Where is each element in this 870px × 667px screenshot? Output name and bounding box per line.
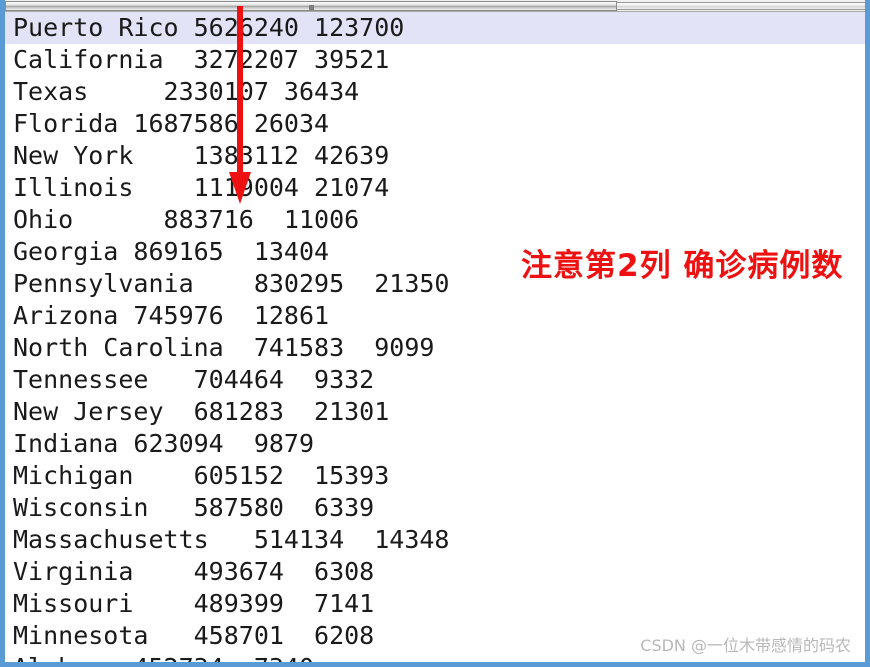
console-row[interactable]: California 3272207 39521 [5, 44, 865, 76]
horizontal-scrollbar[interactable] [5, 0, 865, 12]
console-row[interactable]: Wisconsin 587580 6339 [5, 492, 865, 524]
console-row[interactable]: North Carolina 741583 9099 [5, 332, 865, 364]
console-row[interactable]: New Jersey 681283 21301 [5, 396, 865, 428]
console-row[interactable]: Puerto Rico 5626240 123700 [5, 12, 865, 44]
console-row[interactable]: Texas 2330107 36434 [5, 76, 865, 108]
console-row[interactable]: Ohio 883716 11006 [5, 204, 865, 236]
console-row[interactable]: Illinois 1119004 21074 [5, 172, 865, 204]
console-output[interactable]: Puerto Rico 5626240 123700 California 327… [5, 12, 865, 662]
console-row[interactable]: Virginia 493674 6308 [5, 556, 865, 588]
console-row[interactable]: Florida 1687586 26034 [5, 108, 865, 140]
annotation-caption: 注意第2列 确诊病例数 [521, 248, 844, 284]
console-row[interactable]: Tennessee 704464 9332 [5, 364, 865, 396]
console-row[interactable]: New York 1383112 42639 [5, 140, 865, 172]
console-row[interactable]: Missouri 489399 7141 [5, 588, 865, 620]
console-row[interactable]: Michigan 605152 15393 [5, 460, 865, 492]
scrollbar-thumb-grip [309, 5, 314, 10]
scrollbar-thumb[interactable] [5, 1, 617, 11]
csdn-watermark: CSDN @一位木带感情的码农 [640, 636, 851, 655]
console-row[interactable]: Massachusetts 514134 14348 [5, 524, 865, 556]
console-row[interactable]: Arizona 745976 12861 [5, 300, 865, 332]
screenshot-root: Puerto Rico 5626240 123700 California 327… [0, 0, 870, 667]
console-row[interactable]: Indiana 623094 9879 [5, 428, 865, 460]
